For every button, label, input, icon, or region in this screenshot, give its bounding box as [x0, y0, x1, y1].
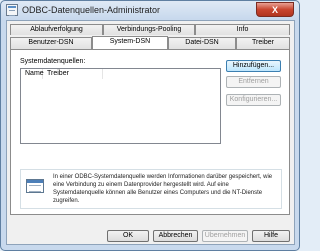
configure-button[interactable]: Konfigurieren...: [226, 94, 281, 106]
system-data-sources-label: Systemdatenquellen:: [20, 58, 86, 65]
info-box: In einer ODBC-Systemdatenquelle werden I…: [20, 169, 282, 209]
odbc-app-icon: [6, 4, 18, 16]
ok-button[interactable]: OK: [107, 230, 149, 242]
tab-verbindungs-pooling[interactable]: Verbindungs-Pooling: [103, 24, 195, 35]
dialog-client-area: Ablaufverfolgung Verbindungs-Pooling Inf…: [6, 20, 295, 245]
column-header-treiber[interactable]: Treiber: [43, 69, 103, 79]
remove-button[interactable]: Entfernen: [226, 76, 281, 88]
data-source-info-icon: [26, 179, 44, 193]
info-text: In einer ODBC-Systemdatenquelle werden I…: [53, 174, 273, 204]
column-header-name[interactable]: Name: [21, 69, 44, 79]
tab-datei-dsn[interactable]: Datei-DSN: [168, 37, 236, 49]
system-dsn-panel: Systemdatenquellen: Name Treiber Hinzufü…: [10, 49, 290, 215]
apply-button[interactable]: Übernehmen: [202, 230, 248, 242]
tab-benutzer-dsn[interactable]: Benutzer-DSN: [10, 37, 92, 49]
close-button[interactable]: X: [256, 2, 294, 17]
tab-ablaufverfolgung[interactable]: Ablaufverfolgung: [10, 24, 103, 35]
close-icon: X: [271, 5, 278, 15]
title-bar[interactable]: ODBC-Datenquellen-Administrator X: [1, 1, 299, 20]
tab-treiber[interactable]: Treiber: [236, 37, 290, 49]
help-button[interactable]: Hilfe: [252, 230, 290, 242]
system-dsn-list[interactable]: Name Treiber: [20, 68, 221, 144]
tab-system-dsn[interactable]: System-DSN: [92, 36, 168, 49]
add-button[interactable]: Hinzufügen...: [226, 60, 281, 72]
odbc-admin-window: ODBC-Datenquellen-Administrator X Ablauf…: [0, 0, 300, 251]
window-title: ODBC-Datenquellen-Administrator: [22, 5, 161, 15]
tab-info[interactable]: Info: [195, 24, 290, 35]
cancel-button[interactable]: Abbrechen: [153, 230, 198, 242]
